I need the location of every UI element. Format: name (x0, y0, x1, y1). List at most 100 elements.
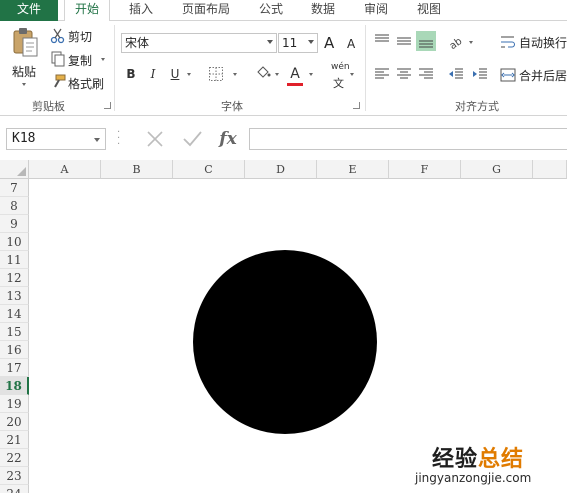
tab-formulas[interactable]: 公式 (248, 0, 294, 21)
row-header[interactable]: 9 (0, 215, 29, 233)
wrap-text-button[interactable]: 自动换行 (519, 34, 567, 51)
border-dropdown-icon[interactable] (233, 73, 237, 76)
row-header[interactable]: 22 (0, 449, 29, 467)
row-header[interactable]: 18 (0, 377, 29, 395)
align-left-button[interactable] (372, 64, 392, 84)
tab-review[interactable]: 审阅 (353, 0, 399, 21)
watermark-url: jingyanzongjie.com (415, 471, 532, 485)
phonetic-dropdown-icon[interactable] (350, 73, 354, 76)
insert-function-button[interactable]: fx (216, 128, 240, 150)
font-size-combo[interactable]: 11 (278, 33, 318, 53)
row-header[interactable]: 17 (0, 359, 29, 377)
row-header[interactable]: 12 (0, 269, 29, 287)
wrap-text-icon (500, 34, 516, 50)
column-header[interactable]: D (245, 160, 317, 179)
font-color-button[interactable]: A (286, 64, 304, 84)
copy-icon (50, 51, 66, 67)
bold-button[interactable]: B (122, 64, 140, 84)
row-header[interactable]: 14 (0, 305, 29, 323)
align-center-button[interactable] (394, 64, 414, 84)
format-painter-button[interactable]: 格式刷 (68, 75, 104, 92)
row-header[interactable]: 21 (0, 431, 29, 449)
column-header[interactable]: E (317, 160, 389, 179)
align-bottom-button[interactable] (416, 31, 436, 51)
align-right-icon (419, 68, 433, 79)
column-header[interactable]: F (389, 160, 461, 179)
shrink-font-button[interactable]: A (347, 37, 355, 51)
clipboard-group-label: 剪贴板 (32, 100, 65, 113)
group-divider (114, 25, 115, 111)
fill-color-icon[interactable] (255, 65, 271, 81)
row-header[interactable]: 24 (0, 485, 29, 493)
font-size-value: 11 (282, 36, 298, 50)
watermark-title-part1: 经验 (432, 447, 479, 472)
row-header[interactable]: 8 (0, 197, 29, 215)
tab-view[interactable]: 视图 (406, 0, 452, 21)
select-all-corner[interactable] (0, 160, 29, 179)
border-icon[interactable] (208, 66, 224, 82)
select-all-icon (17, 167, 26, 176)
row-header[interactable]: 15 (0, 323, 29, 341)
row-header[interactable]: 7 (0, 179, 29, 197)
chevron-down-icon (94, 138, 100, 142)
column-header[interactable]: B (101, 160, 173, 179)
name-box[interactable]: K18 (6, 128, 106, 150)
copy-button[interactable]: 复制 (68, 52, 92, 69)
tab-file[interactable]: 文件 (0, 0, 58, 21)
cut-button[interactable]: 剪切 (68, 28, 92, 45)
row-header[interactable]: 13 (0, 287, 29, 305)
merge-center-button[interactable]: 合并后居中 (519, 67, 567, 84)
tab-page-layout[interactable]: 页面布局 (170, 0, 242, 21)
orientation-button[interactable]: ab (446, 31, 466, 52)
font-color-dropdown-icon[interactable] (309, 73, 313, 76)
column-header-partial[interactable] (533, 160, 567, 179)
ribbon-home: 粘贴 剪切 复制 格式刷 剪贴板 宋体 11 A A B I U A wén 文… (0, 21, 567, 116)
underline-dropdown-icon[interactable] (187, 73, 191, 76)
formula-bar-splitter-icon[interactable]: · · · (117, 128, 120, 150)
row-header[interactable]: 16 (0, 341, 29, 359)
row-header[interactable]: 20 (0, 413, 29, 431)
column-header[interactable]: G (461, 160, 533, 179)
paste-dropdown-icon[interactable] (22, 83, 26, 86)
paste-button[interactable] (12, 27, 40, 59)
orientation-dropdown-icon[interactable] (469, 41, 473, 44)
black-circle-shape[interactable] (193, 250, 377, 434)
align-center-icon (397, 68, 411, 79)
font-launcher-icon[interactable] (353, 102, 360, 109)
phonetic-guide-button[interactable]: wén (331, 62, 350, 72)
fill-color-dropdown-icon[interactable] (275, 73, 279, 76)
align-top-button[interactable] (372, 31, 392, 51)
tab-home[interactable]: 开始 (64, 0, 110, 22)
formula-input[interactable] (249, 128, 567, 150)
tab-data[interactable]: 数据 (300, 0, 346, 21)
align-middle-button[interactable] (394, 31, 414, 51)
merge-center-icon (500, 67, 516, 83)
tab-insert[interactable]: 插入 (118, 0, 164, 21)
text-orientation-icon: ab (448, 36, 465, 52)
row-header[interactable]: 19 (0, 395, 29, 413)
enter-check-icon[interactable] (180, 128, 204, 150)
column-header[interactable]: C (173, 160, 245, 179)
font-name-combo[interactable]: 宋体 (121, 33, 277, 53)
format-painter-icon (50, 74, 66, 90)
increase-indent-button[interactable] (470, 64, 490, 84)
group-divider (365, 25, 366, 111)
chevron-down-icon (267, 40, 273, 44)
copy-dropdown-icon[interactable] (101, 58, 105, 61)
align-right-button[interactable] (416, 64, 436, 84)
row-header[interactable]: 10 (0, 233, 29, 251)
column-header[interactable]: A (29, 160, 101, 179)
cancel-icon[interactable] (143, 128, 167, 150)
name-box-value: K18 (12, 131, 36, 146)
row-header[interactable]: 23 (0, 467, 29, 485)
align-middle-icon (397, 37, 411, 45)
increase-indent-icon (473, 68, 487, 79)
paste-label[interactable]: 粘贴 (12, 63, 36, 80)
clipboard-launcher-icon[interactable] (104, 102, 111, 109)
font-color-glyph: A (290, 66, 300, 82)
decrease-indent-button[interactable] (446, 64, 466, 84)
italic-button[interactable]: I (144, 64, 162, 84)
grow-font-button[interactable]: A (324, 34, 334, 52)
row-header[interactable]: 11 (0, 251, 29, 269)
underline-button[interactable]: U (166, 64, 184, 84)
